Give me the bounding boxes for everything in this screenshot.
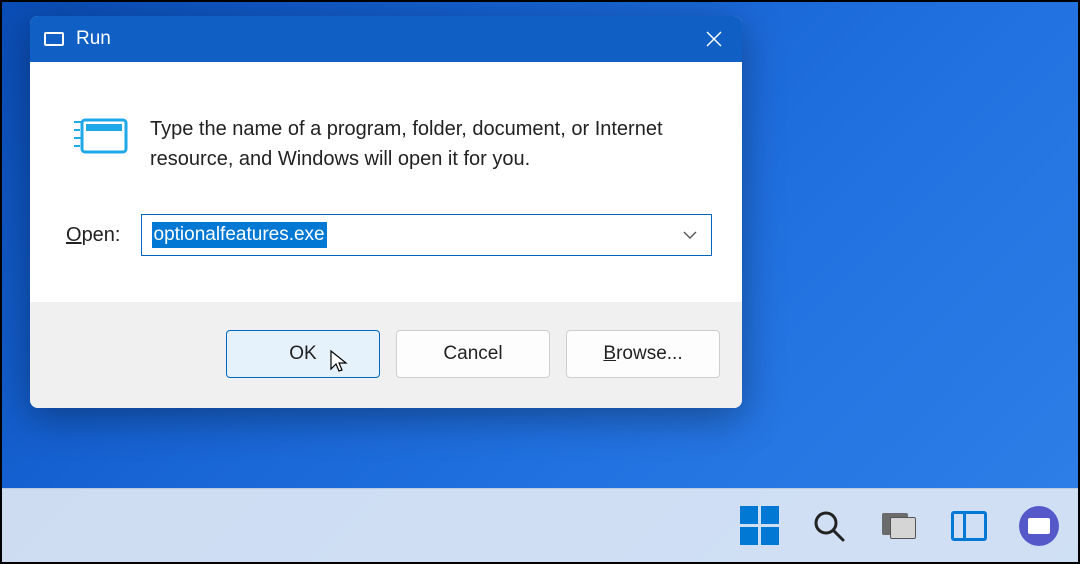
- input-row: Open: optionalfeatures.exe: [30, 174, 742, 302]
- task-view-icon: [882, 513, 916, 539]
- open-combobox[interactable]: optionalfeatures.exe: [141, 214, 713, 256]
- close-button[interactable]: [686, 16, 742, 62]
- run-title-icon: [44, 32, 64, 46]
- widgets-button[interactable]: [948, 505, 990, 547]
- browse-button-label: Browse...: [603, 343, 682, 365]
- start-button[interactable]: [738, 505, 780, 547]
- open-label: Open:: [66, 224, 121, 247]
- chat-button[interactable]: [1018, 505, 1060, 547]
- taskbar: [2, 488, 1078, 562]
- open-input-value[interactable]: optionalfeatures.exe: [152, 222, 327, 248]
- dialog-content: Type the name of a program, folder, docu…: [30, 62, 742, 174]
- browse-button[interactable]: Browse...: [566, 330, 720, 378]
- button-row: OK Cancel Browse...: [30, 302, 742, 408]
- dialog-title: Run: [76, 28, 686, 50]
- titlebar[interactable]: Run: [30, 16, 742, 62]
- cursor-icon: [329, 349, 349, 375]
- run-dialog: Run Type the name of a program, folder, …: [30, 16, 742, 408]
- ok-button-label: OK: [289, 343, 316, 365]
- cancel-button[interactable]: Cancel: [396, 330, 550, 378]
- dialog-description: Type the name of a program, folder, docu…: [150, 114, 712, 174]
- chat-icon: [1019, 506, 1059, 546]
- run-app-icon: [74, 116, 128, 158]
- cancel-button-label: Cancel: [443, 343, 502, 365]
- ok-button[interactable]: OK: [226, 330, 380, 378]
- widgets-icon: [951, 511, 987, 541]
- chevron-down-icon[interactable]: [683, 231, 697, 239]
- close-icon: [706, 31, 722, 47]
- task-view-button[interactable]: [878, 505, 920, 547]
- search-button[interactable]: [808, 505, 850, 547]
- windows-logo-icon: [740, 506, 779, 545]
- search-icon: [812, 509, 846, 543]
